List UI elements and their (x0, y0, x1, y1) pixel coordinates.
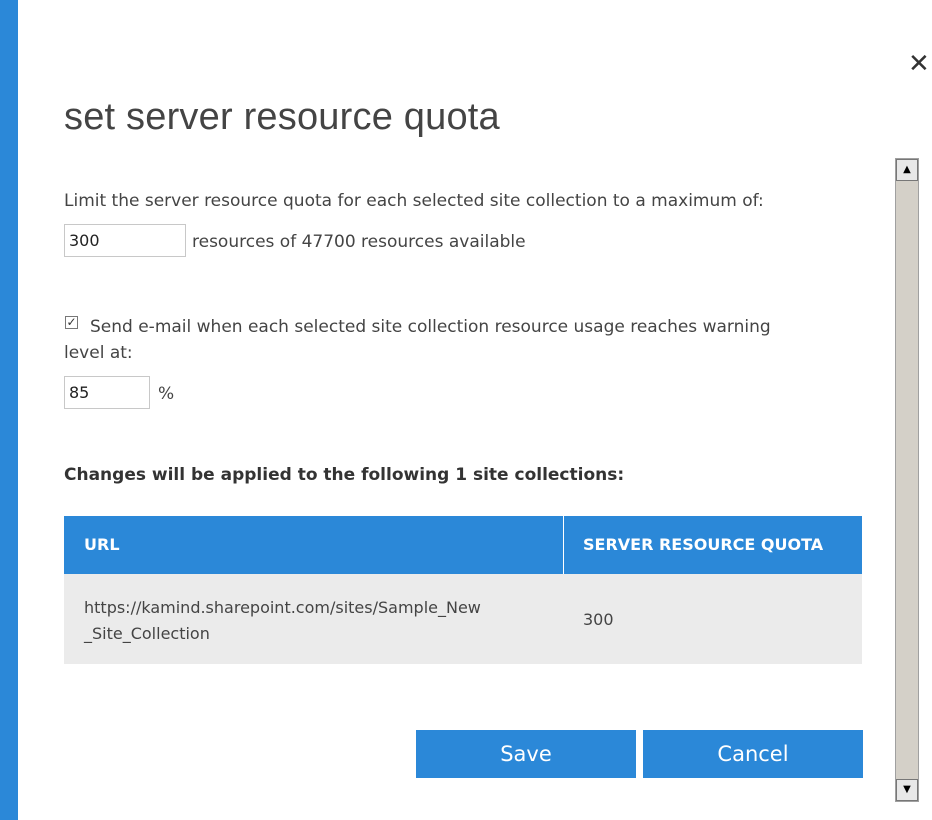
vertical-scrollbar[interactable]: ▲ ▼ (895, 158, 919, 802)
row-quota: 300 (583, 610, 614, 629)
table-header: URL SERVER RESOURCE QUOTA (64, 516, 862, 574)
close-icon[interactable]: ✕ (908, 46, 932, 82)
row-url-line2: _Site_Collection (84, 624, 210, 643)
warning-label-line2: level at: (64, 343, 133, 363)
scroll-down-icon[interactable]: ▼ (896, 779, 918, 801)
table-row[interactable]: https://kamind.sharepoint.com/sites/Samp… (64, 574, 862, 664)
site-collections-table: URL SERVER RESOURCE QUOTA https://kamind… (64, 516, 862, 664)
dialog-accent-bar (0, 0, 18, 820)
column-header-quota[interactable]: SERVER RESOURCE QUOTA (583, 516, 823, 574)
column-header-url[interactable]: URL (84, 516, 120, 574)
column-divider (563, 516, 564, 574)
cancel-button[interactable]: Cancel (643, 730, 863, 778)
save-button[interactable]: Save (416, 730, 636, 778)
quota-label: Limit the server resource quota for each… (64, 191, 764, 211)
dialog-title: set server resource quota (64, 96, 500, 138)
row-url: https://kamind.sharepoint.com/sites/Samp… (84, 595, 481, 647)
warning-level-input[interactable] (64, 376, 150, 409)
scroll-up-icon[interactable]: ▲ (896, 159, 918, 181)
warning-label-line1: Send e-mail when each selected site coll… (90, 317, 771, 337)
changes-heading: Changes will be applied to the following… (64, 465, 625, 485)
row-url-line1: https://kamind.sharepoint.com/sites/Samp… (84, 598, 481, 617)
scrollbar-thumb[interactable] (896, 183, 918, 773)
quota-input[interactable] (64, 224, 186, 257)
check-icon: ✓ (66, 315, 77, 329)
quota-suffix: resources of 47700 resources available (192, 232, 526, 252)
warning-email-checkbox[interactable]: ✓ (65, 316, 78, 329)
percent-unit: % (158, 384, 175, 404)
